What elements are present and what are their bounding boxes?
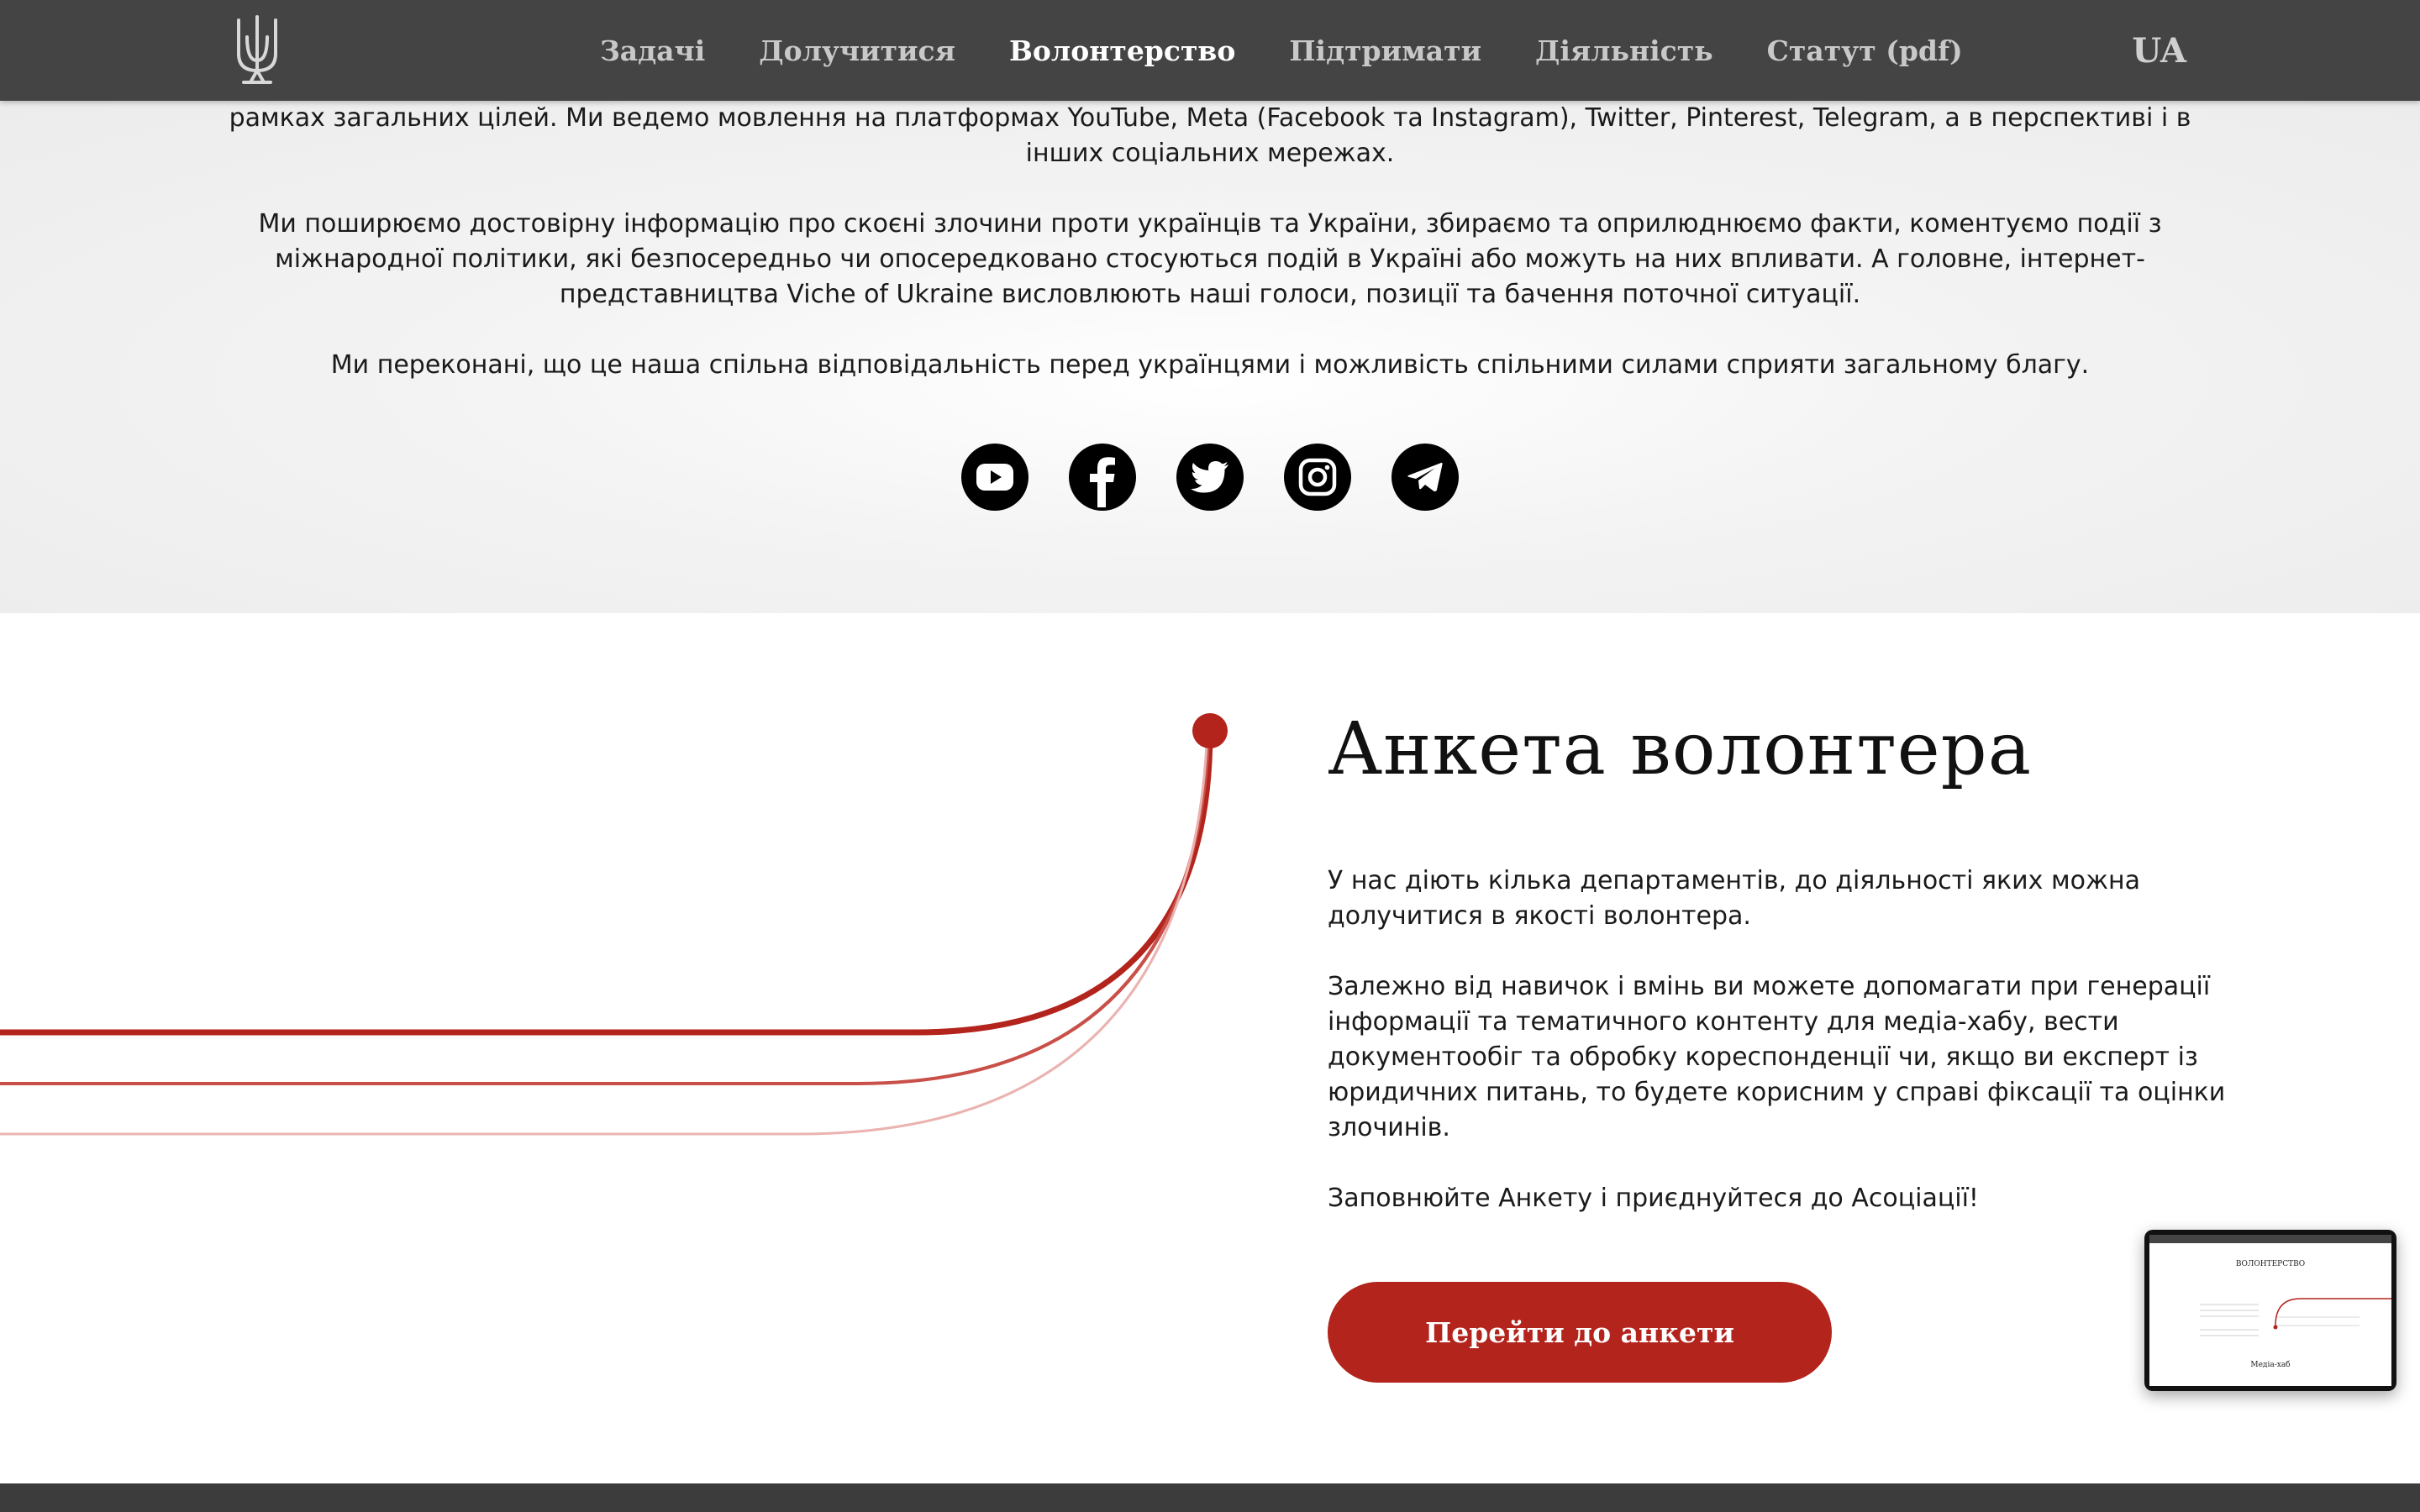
about-text: рамках загальних цілей. Ми ведемо мовлен…: [227, 101, 2193, 418]
nav-item-volunteering[interactable]: Волонтерство: [1009, 34, 1235, 67]
about-paragraph: Ми поширюємо достовірну інформацію про с…: [258, 209, 2162, 309]
about-section: рамках загальних цілей. Ми ведемо мовлен…: [0, 101, 2420, 613]
volunteer-paragraph: Заповнюйте Анкету і приєднуйтеся до Асоц…: [1328, 1184, 1979, 1213]
trident-logo-icon[interactable]: [232, 12, 282, 87]
instagram-icon[interactable]: [1284, 444, 1351, 511]
preview-red-lines: [2200, 1298, 2391, 1336]
nav-item-activity[interactable]: Діяльність: [1535, 34, 1713, 67]
language-switcher[interactable]: UA: [2132, 0, 2186, 101]
preview-nav-bar: [2149, 1235, 2391, 1243]
preview-subtitle: Медіа-хаб: [2250, 1361, 2291, 1369]
main-menu: Задачі Долучитися Волонтерство Підтримат…: [600, 0, 1963, 101]
page-preview-thumbnail[interactable]: ВОЛОНТЕРСТВО Медіа-хаб: [2144, 1230, 2396, 1391]
social-links: [0, 444, 2420, 511]
preview-title: ВОЛОНТЕРСТВО: [2235, 1260, 2306, 1268]
volunteer-paragraph: Залежно від навичок і вмінь ви можете до…: [1328, 972, 2226, 1142]
volunteer-paragraph: У нас діють кілька департаментів, до дія…: [1328, 866, 2140, 931]
volunteer-form-title: Анкета волонтера: [1328, 707, 2032, 791]
facebook-icon[interactable]: [1069, 444, 1136, 511]
go-to-form-button[interactable]: Перейти до анкети: [1328, 1282, 1832, 1383]
about-paragraph: рамках загальних цілей. Ми ведемо мовлен…: [229, 103, 2191, 168]
nav-item-join[interactable]: Долучитися: [759, 34, 955, 67]
nav-item-statute-pdf[interactable]: Статут (pdf): [1767, 34, 1963, 67]
decorative-red-lines: [0, 713, 1228, 1136]
preview-screen: ВОЛОНТЕРСТВО Медіа-хаб: [2149, 1235, 2391, 1386]
top-navigation: Задачі Долучитися Волонтерство Підтримат…: [0, 0, 2420, 101]
youtube-icon[interactable]: [961, 444, 1028, 511]
telegram-icon[interactable]: [1392, 444, 1459, 511]
volunteer-description: У нас діють кілька департаментів, до дія…: [1328, 864, 2269, 1252]
footer-bar: [0, 1483, 2420, 1512]
nav-item-tasks[interactable]: Задачі: [600, 34, 705, 67]
nav-item-support[interactable]: Підтримати: [1289, 34, 1481, 67]
twitter-icon[interactable]: [1176, 444, 1244, 511]
about-paragraph: Ми переконані, що це наша спільна відпов…: [330, 350, 2090, 380]
